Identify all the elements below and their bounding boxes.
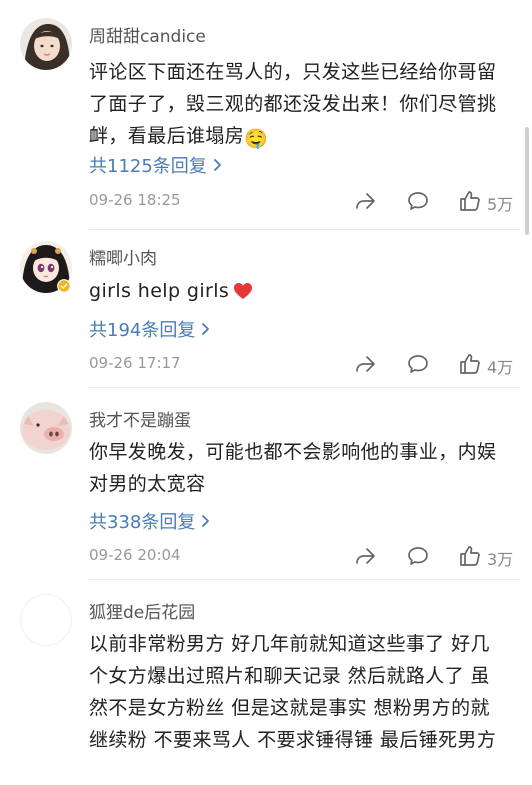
- comment-icon[interactable]: [406, 352, 430, 376]
- comment-body: 以前非常粉男方 好几年前就知道这些事了 好几个女方爆出过照片和聊天记录 然后就路…: [89, 633, 497, 751]
- thumbs-up-icon[interactable]: [458, 544, 482, 568]
- replies-count: 共194条回复: [89, 320, 196, 341]
- chevron-right-icon: [213, 156, 222, 177]
- comment-meta: 09-26 17:17 4万: [89, 352, 519, 377]
- comment-text: girls help girls: [89, 280, 230, 302]
- comment-item: 狐狸de后花园 以前非常粉男方 好几年前就知道这些事了 好几个女方爆出过照片和聊…: [0, 580, 532, 785]
- red-heart-emoji-icon: [233, 278, 253, 310]
- avatar[interactable]: [20, 402, 72, 454]
- comment-meta: 09-26 20:04 3万: [89, 544, 519, 569]
- share-icon[interactable]: [353, 189, 377, 213]
- comment-body: 评论区下面还在骂人的，只发这些已经给你哥留了面子了，毁三观的都还没发出来！你们尽…: [89, 56, 509, 155]
- comment-text: 评论区下面还在骂人的，只发这些已经给你哥留了面子了，毁三观的都还没发出来！你们尽…: [89, 61, 497, 147]
- avatar[interactable]: [20, 241, 72, 293]
- replies-count: 共1125条回复: [89, 156, 207, 177]
- comment-icon[interactable]: [406, 544, 430, 568]
- chevron-right-icon: [201, 512, 210, 533]
- like-count: 5万: [487, 195, 514, 214]
- avatar[interactable]: [20, 594, 72, 646]
- username[interactable]: 狐狸de后花园: [89, 598, 195, 623]
- comment-list: 周甜甜candice 评论区下面还在骂人的，只发这些已经给你哥留了面子了，毁三观…: [0, 0, 532, 785]
- username[interactable]: 我才不是蹦蛋: [89, 406, 191, 431]
- comment-body: 你早发晚发，可能也都不会影响他的事业，内娱对男的太宽容: [89, 441, 497, 495]
- verified-badge-icon: [57, 278, 71, 293]
- timestamp: 09-26 20:04: [89, 546, 181, 564]
- comment-body: girls help girls: [89, 275, 509, 310]
- like-count: 3万: [487, 550, 514, 569]
- share-icon[interactable]: [353, 352, 377, 376]
- replies-count: 共338条回复: [89, 512, 196, 533]
- comment-item: 周甜甜candice 评论区下面还在骂人的，只发这些已经给你哥留了面子了，毁三观…: [0, 0, 532, 230]
- comment-item: 我才不是蹦蛋 你早发晚发，可能也都不会影响他的事业，内娱对男的太宽容 共338条…: [0, 388, 532, 580]
- comment-meta: 09-26 18:25 5万: [89, 189, 519, 214]
- avatar[interactable]: [20, 18, 72, 70]
- thumbs-up-icon[interactable]: [458, 189, 482, 213]
- chevron-right-icon: [201, 320, 210, 341]
- view-replies-link[interactable]: 共1125条回复: [89, 152, 222, 178]
- timestamp: 09-26 18:25: [89, 191, 181, 209]
- comment-item: 糯唧小肉 girls help girls 共194条回复 09-26 17:1…: [0, 230, 532, 388]
- drooling-emoji-icon: 🤤: [244, 128, 269, 150]
- view-replies-link[interactable]: 共338条回复: [89, 508, 210, 534]
- like-count: 4万: [487, 358, 514, 377]
- username[interactable]: 周甜甜candice: [89, 22, 206, 47]
- username[interactable]: 糯唧小肉: [89, 244, 157, 269]
- comment-icon[interactable]: [406, 189, 430, 213]
- timestamp: 09-26 17:17: [89, 354, 181, 372]
- share-icon[interactable]: [353, 544, 377, 568]
- thumbs-up-icon[interactable]: [458, 352, 482, 376]
- view-replies-link[interactable]: 共194条回复: [89, 316, 210, 342]
